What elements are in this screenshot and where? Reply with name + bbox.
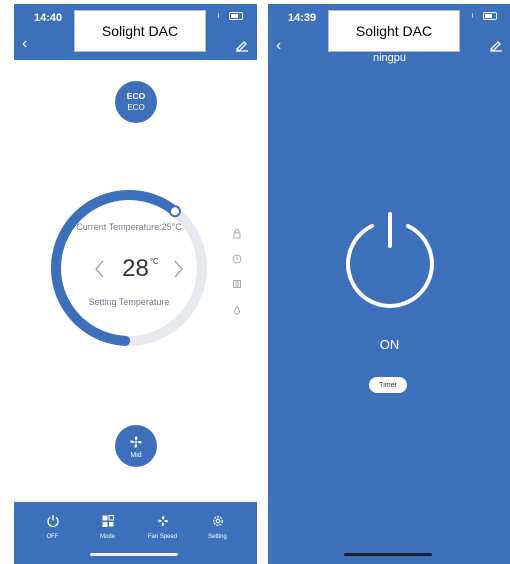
eco-button[interactable]: ECO ECO <box>115 81 157 123</box>
gear-icon <box>212 516 223 526</box>
increase-temperature-button[interactable] <box>172 259 184 279</box>
app-title: Solight DAC <box>328 10 460 52</box>
setting-label: Setting <box>208 534 227 540</box>
lock-icon[interactable] <box>231 228 243 240</box>
power-state-label: ON <box>379 337 400 352</box>
fan-speed-button[interactable]: Mid <box>115 425 157 467</box>
home-indicator <box>344 553 432 556</box>
device-name: ningpu <box>372 52 407 64</box>
edit-icon[interactable] <box>235 38 249 52</box>
fan-speed-nav-button[interactable]: Fan Speed <box>140 514 185 540</box>
status-icons: ≀ <box>217 12 243 20</box>
wifi-icon: ≀ <box>217 11 220 20</box>
temperature-value: 28 <box>122 255 149 282</box>
off-button[interactable]: OFF <box>30 514 75 540</box>
eco-button-sublabel: ECO <box>127 103 145 112</box>
wifi-icon: ≀ <box>471 11 474 20</box>
status-time: 14:40 <box>34 12 63 24</box>
fan-icon <box>130 435 142 448</box>
status-time: 14:39 <box>288 12 317 24</box>
left-phone-screen: 14:40 ≀ ‹ Solight DAC ECO ECO Current Te… <box>14 4 257 564</box>
status-icons: ≀ <box>471 12 497 20</box>
drop-icon[interactable] <box>231 304 243 316</box>
mode-icon <box>102 515 114 527</box>
current-temperature: Current Temperature:25°C <box>76 222 182 232</box>
clock-icon[interactable] <box>231 253 243 265</box>
decrease-temperature-button[interactable] <box>94 259 106 279</box>
mode-label: Mode <box>99 534 115 540</box>
fan-speed-value: Mid <box>130 451 142 459</box>
timer-button[interactable]: Timer <box>369 377 407 393</box>
power-toggle-button[interactable] <box>338 210 442 314</box>
grid-icon[interactable] <box>231 278 243 290</box>
app-title: Solight DAC <box>74 10 206 52</box>
back-button[interactable]: ‹ <box>22 36 27 52</box>
temperature-control: 28 °C <box>84 254 194 284</box>
home-indicator <box>90 553 178 556</box>
top-bar: 14:40 ≀ ‹ Solight DAC <box>14 4 257 60</box>
setting-button[interactable]: Setting <box>195 514 240 540</box>
temperature-unit: °C <box>149 256 159 266</box>
battery-icon <box>483 12 497 20</box>
fan-speed-label: Fan Speed <box>147 534 178 540</box>
battery-icon <box>229 12 243 20</box>
power-icon <box>46 515 59 528</box>
right-phone-screen: 14:39 ≀ ‹ ningpu Solight DAC ON Timer <box>268 4 510 564</box>
eco-button-label: ECO <box>126 91 146 101</box>
mode-button[interactable]: Mode <box>85 514 130 540</box>
fan-icon <box>157 516 168 526</box>
temperature-knob <box>168 205 181 218</box>
edit-icon[interactable] <box>489 38 503 52</box>
off-label: OFF <box>46 534 59 540</box>
setting-temperature-label: Setting Temperature <box>88 297 170 307</box>
